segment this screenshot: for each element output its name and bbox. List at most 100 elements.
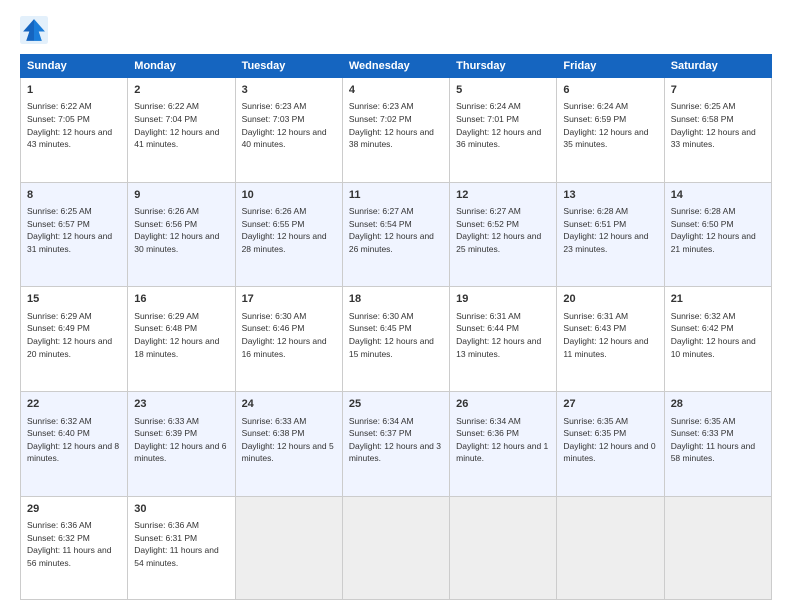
calendar-cell: 13 Sunrise: 6:28 AMSunset: 6:51 PMDaylig… (557, 182, 664, 287)
calendar-cell (342, 496, 449, 599)
day-number: 2 (134, 83, 228, 98)
calendar-cell: 15 Sunrise: 6:29 AMSunset: 6:49 PMDaylig… (21, 287, 128, 392)
day-info: Sunrise: 6:25 AMSunset: 6:57 PMDaylight:… (27, 206, 112, 254)
day-number: 29 (27, 502, 121, 517)
day-number: 20 (563, 292, 657, 307)
day-info: Sunrise: 6:32 AMSunset: 6:42 PMDaylight:… (671, 311, 756, 359)
calendar-cell: 3 Sunrise: 6:23 AMSunset: 7:03 PMDayligh… (235, 78, 342, 183)
calendar-cell: 30 Sunrise: 6:36 AMSunset: 6:31 PMDaylig… (128, 496, 235, 599)
day-number: 1 (27, 83, 121, 98)
calendar-cell: 24 Sunrise: 6:33 AMSunset: 6:38 PMDaylig… (235, 392, 342, 497)
weekday-header-row: SundayMondayTuesdayWednesdayThursdayFrid… (21, 55, 772, 78)
day-info: Sunrise: 6:29 AMSunset: 6:49 PMDaylight:… (27, 311, 112, 359)
day-number: 16 (134, 292, 228, 307)
weekday-header-thursday: Thursday (450, 55, 557, 78)
day-info: Sunrise: 6:22 AMSunset: 7:04 PMDaylight:… (134, 101, 219, 149)
day-number: 19 (456, 292, 550, 307)
calendar-cell: 26 Sunrise: 6:34 AMSunset: 6:36 PMDaylig… (450, 392, 557, 497)
day-number: 30 (134, 502, 228, 517)
day-number: 10 (242, 188, 336, 203)
calendar-cell: 4 Sunrise: 6:23 AMSunset: 7:02 PMDayligh… (342, 78, 449, 183)
calendar-cell (450, 496, 557, 599)
day-number: 11 (349, 188, 443, 203)
day-info: Sunrise: 6:33 AMSunset: 6:39 PMDaylight:… (134, 416, 226, 464)
day-info: Sunrise: 6:23 AMSunset: 7:03 PMDaylight:… (242, 101, 327, 149)
calendar-cell: 1 Sunrise: 6:22 AMSunset: 7:05 PMDayligh… (21, 78, 128, 183)
day-number: 23 (134, 397, 228, 412)
calendar-cell: 7 Sunrise: 6:25 AMSunset: 6:58 PMDayligh… (664, 78, 771, 183)
day-number: 14 (671, 188, 765, 203)
calendar-row-5: 29 Sunrise: 6:36 AMSunset: 6:32 PMDaylig… (21, 496, 772, 599)
calendar-cell (235, 496, 342, 599)
calendar-cell: 8 Sunrise: 6:25 AMSunset: 6:57 PMDayligh… (21, 182, 128, 287)
day-number: 21 (671, 292, 765, 307)
day-info: Sunrise: 6:36 AMSunset: 6:31 PMDaylight:… (134, 520, 218, 568)
weekday-header-saturday: Saturday (664, 55, 771, 78)
day-info: Sunrise: 6:30 AMSunset: 6:46 PMDaylight:… (242, 311, 327, 359)
day-number: 6 (563, 83, 657, 98)
calendar-cell: 23 Sunrise: 6:33 AMSunset: 6:39 PMDaylig… (128, 392, 235, 497)
day-number: 25 (349, 397, 443, 412)
calendar-row-1: 1 Sunrise: 6:22 AMSunset: 7:05 PMDayligh… (21, 78, 772, 183)
calendar-cell: 10 Sunrise: 6:26 AMSunset: 6:55 PMDaylig… (235, 182, 342, 287)
day-info: Sunrise: 6:22 AMSunset: 7:05 PMDaylight:… (27, 101, 112, 149)
day-info: Sunrise: 6:26 AMSunset: 6:56 PMDaylight:… (134, 206, 219, 254)
day-number: 17 (242, 292, 336, 307)
calendar-cell: 17 Sunrise: 6:30 AMSunset: 6:46 PMDaylig… (235, 287, 342, 392)
day-info: Sunrise: 6:28 AMSunset: 6:50 PMDaylight:… (671, 206, 756, 254)
day-number: 28 (671, 397, 765, 412)
calendar-cell: 12 Sunrise: 6:27 AMSunset: 6:52 PMDaylig… (450, 182, 557, 287)
calendar-row-3: 15 Sunrise: 6:29 AMSunset: 6:49 PMDaylig… (21, 287, 772, 392)
day-number: 8 (27, 188, 121, 203)
day-info: Sunrise: 6:35 AMSunset: 6:33 PMDaylight:… (671, 416, 755, 464)
weekday-header-sunday: Sunday (21, 55, 128, 78)
calendar-cell: 25 Sunrise: 6:34 AMSunset: 6:37 PMDaylig… (342, 392, 449, 497)
day-info: Sunrise: 6:25 AMSunset: 6:58 PMDaylight:… (671, 101, 756, 149)
day-number: 24 (242, 397, 336, 412)
weekday-header-wednesday: Wednesday (342, 55, 449, 78)
day-info: Sunrise: 6:27 AMSunset: 6:52 PMDaylight:… (456, 206, 541, 254)
day-number: 27 (563, 397, 657, 412)
day-info: Sunrise: 6:34 AMSunset: 6:37 PMDaylight:… (349, 416, 441, 464)
calendar-cell: 22 Sunrise: 6:32 AMSunset: 6:40 PMDaylig… (21, 392, 128, 497)
calendar-cell: 21 Sunrise: 6:32 AMSunset: 6:42 PMDaylig… (664, 287, 771, 392)
day-info: Sunrise: 6:28 AMSunset: 6:51 PMDaylight:… (563, 206, 648, 254)
day-info: Sunrise: 6:26 AMSunset: 6:55 PMDaylight:… (242, 206, 327, 254)
page: SundayMondayTuesdayWednesdayThursdayFrid… (0, 0, 792, 612)
day-number: 5 (456, 83, 550, 98)
day-info: Sunrise: 6:36 AMSunset: 6:32 PMDaylight:… (27, 520, 111, 568)
weekday-header-tuesday: Tuesday (235, 55, 342, 78)
header (20, 16, 772, 44)
calendar-cell (557, 496, 664, 599)
calendar-cell: 20 Sunrise: 6:31 AMSunset: 6:43 PMDaylig… (557, 287, 664, 392)
day-number: 13 (563, 188, 657, 203)
calendar-row-4: 22 Sunrise: 6:32 AMSunset: 6:40 PMDaylig… (21, 392, 772, 497)
day-info: Sunrise: 6:34 AMSunset: 6:36 PMDaylight:… (456, 416, 548, 464)
calendar-cell: 6 Sunrise: 6:24 AMSunset: 6:59 PMDayligh… (557, 78, 664, 183)
day-info: Sunrise: 6:23 AMSunset: 7:02 PMDaylight:… (349, 101, 434, 149)
calendar-row-2: 8 Sunrise: 6:25 AMSunset: 6:57 PMDayligh… (21, 182, 772, 287)
calendar-cell: 28 Sunrise: 6:35 AMSunset: 6:33 PMDaylig… (664, 392, 771, 497)
day-number: 12 (456, 188, 550, 203)
day-info: Sunrise: 6:31 AMSunset: 6:44 PMDaylight:… (456, 311, 541, 359)
day-info: Sunrise: 6:27 AMSunset: 6:54 PMDaylight:… (349, 206, 434, 254)
day-info: Sunrise: 6:35 AMSunset: 6:35 PMDaylight:… (563, 416, 655, 464)
calendar-cell (664, 496, 771, 599)
day-number: 22 (27, 397, 121, 412)
calendar-cell: 2 Sunrise: 6:22 AMSunset: 7:04 PMDayligh… (128, 78, 235, 183)
weekday-header-monday: Monday (128, 55, 235, 78)
day-info: Sunrise: 6:30 AMSunset: 6:45 PMDaylight:… (349, 311, 434, 359)
calendar-cell: 14 Sunrise: 6:28 AMSunset: 6:50 PMDaylig… (664, 182, 771, 287)
day-number: 18 (349, 292, 443, 307)
calendar-cell: 5 Sunrise: 6:24 AMSunset: 7:01 PMDayligh… (450, 78, 557, 183)
calendar-cell: 9 Sunrise: 6:26 AMSunset: 6:56 PMDayligh… (128, 182, 235, 287)
calendar-cell: 29 Sunrise: 6:36 AMSunset: 6:32 PMDaylig… (21, 496, 128, 599)
calendar-cell: 16 Sunrise: 6:29 AMSunset: 6:48 PMDaylig… (128, 287, 235, 392)
calendar-cell: 19 Sunrise: 6:31 AMSunset: 6:44 PMDaylig… (450, 287, 557, 392)
logo-icon (20, 16, 48, 44)
day-number: 9 (134, 188, 228, 203)
day-number: 4 (349, 83, 443, 98)
weekday-header-friday: Friday (557, 55, 664, 78)
day-number: 15 (27, 292, 121, 307)
day-number: 26 (456, 397, 550, 412)
